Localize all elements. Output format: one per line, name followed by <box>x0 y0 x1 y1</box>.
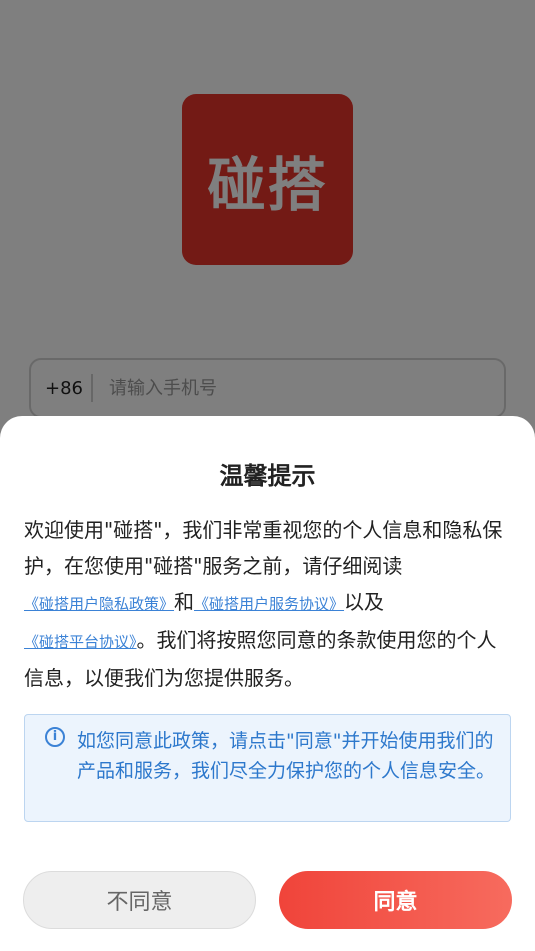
service-agreement-link[interactable]: 《碰搭用户服务协议》 <box>194 595 344 613</box>
agree-button[interactable]: 同意 <box>279 871 512 929</box>
platform-agreement-link[interactable]: 《碰搭平台协议》 <box>24 633 137 651</box>
and-text: 和 <box>174 590 195 614</box>
disagree-button[interactable]: 不同意 <box>23 871 256 929</box>
info-icon: i <box>45 727 65 747</box>
screen: 碰搭 +86 温馨提示 欢迎使用"碰搭"，我们非常重视您的个人信息和隐私保护，在… <box>0 0 535 951</box>
notice-box: i 如您同意此政策，请点击"同意"并开始使用我们的产品和服务，我们尽全力保护您的… <box>24 714 511 822</box>
disagree-button-label: 不同意 <box>106 890 173 915</box>
privacy-dialog: 温馨提示 欢迎使用"碰搭"，我们非常重视您的个人信息和隐私保护，在您使用"碰搭"… <box>0 416 535 951</box>
intro-text: 欢迎使用"碰搭"，我们非常重视您的个人信息和隐私保护，在您使用"碰搭"服务之前，… <box>24 518 503 578</box>
dialog-title: 温馨提示 <box>219 462 316 490</box>
as-well-as-text: 以及 <box>344 590 385 614</box>
dialog-body: 欢迎使用"碰搭"，我们非常重视您的个人信息和隐私保护，在您使用"碰搭"服务之前，… <box>24 512 512 696</box>
privacy-policy-link[interactable]: 《碰搭用户隐私政策》 <box>24 595 174 613</box>
notice-text: 如您同意此政策，请点击"同意"并开始使用我们的产品和服务，我们尽全力保护您的个人… <box>77 730 496 782</box>
agree-button-label: 同意 <box>373 890 418 915</box>
